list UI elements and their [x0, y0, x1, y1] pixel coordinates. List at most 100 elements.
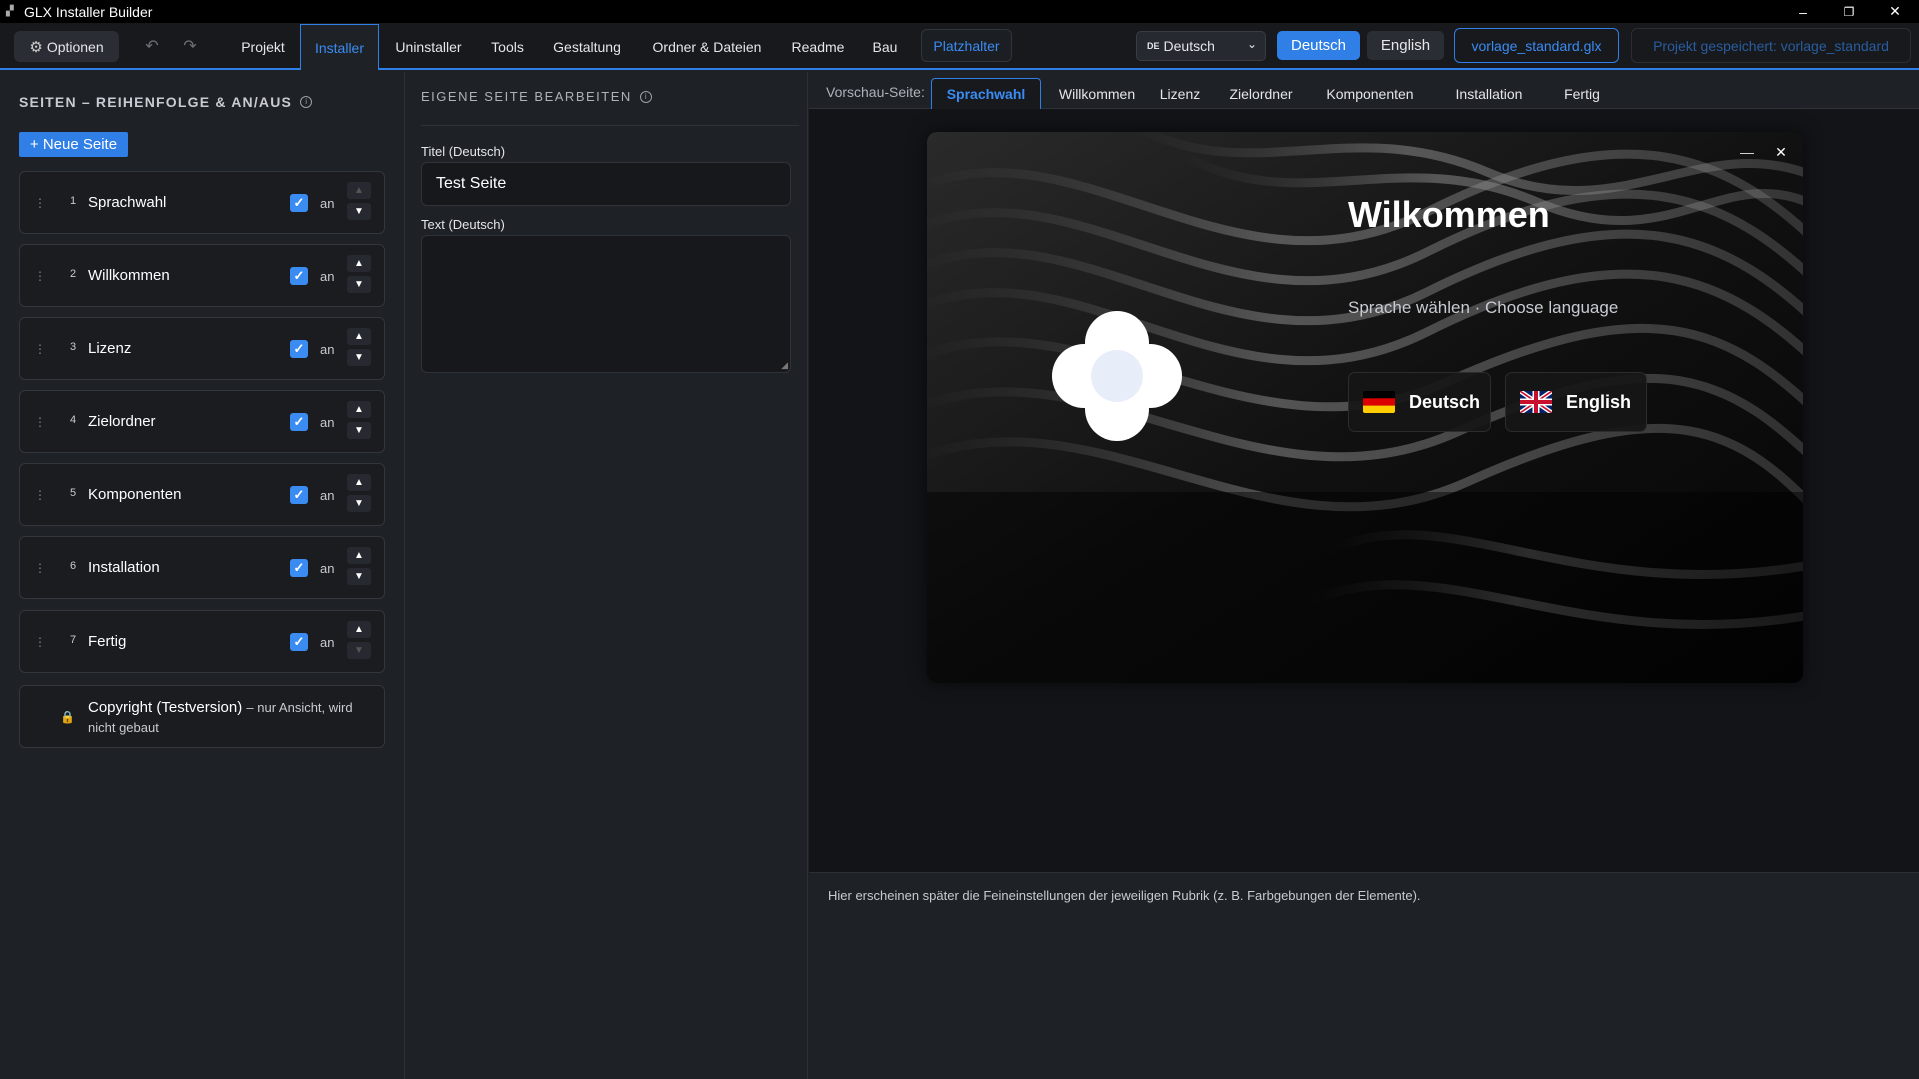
minimize-button[interactable]: –: [1780, 0, 1826, 23]
preview-label: Vorschau-Seite:: [826, 84, 925, 100]
undo-icon[interactable]: ↶: [142, 33, 162, 59]
move-up-button[interactable]: ▲: [347, 621, 371, 638]
preview-tab-komponenten[interactable]: Komponenten: [1314, 78, 1426, 109]
page-card-fertig[interactable]: ⋮ 7 Fertig ✓ an ▲ ▼: [19, 610, 385, 673]
page-state-label: an: [320, 561, 335, 576]
preview-deutsch-label: Deutsch: [1409, 391, 1481, 412]
drag-handle-icon[interactable]: ⋮: [34, 635, 46, 649]
preview-tab-zielordner[interactable]: Zielordner: [1216, 78, 1306, 109]
window-title: GLX Installer Builder: [24, 3, 153, 20]
tab-gestaltung[interactable]: Gestaltung: [537, 23, 637, 70]
options-button[interactable]: ⚙ Optionen: [14, 31, 119, 62]
tab-projekt[interactable]: Projekt: [226, 23, 300, 70]
page-number: 7: [70, 634, 77, 646]
language-select[interactable]: DE Deutsch ⌄: [1136, 31, 1266, 61]
tab-tools[interactable]: Tools: [478, 23, 537, 70]
lock-icon: 🔒: [60, 710, 75, 724]
redo-icon[interactable]: ↷: [180, 33, 200, 59]
page-card-lizenz[interactable]: ⋮ 3 Lizenz ✓ an ▲ ▼: [19, 317, 385, 380]
page-state-label: an: [320, 269, 335, 284]
pages-heading: SEITEN – REIHENFOLGE & AN/AUS i: [19, 94, 313, 110]
tab-installer[interactable]: Installer: [300, 24, 379, 70]
new-page-button[interactable]: + Neue Seite: [19, 132, 128, 157]
info-icon[interactable]: i: [639, 90, 652, 103]
language-select-value: Deutsch: [1163, 38, 1215, 54]
text-textarea[interactable]: ◢: [421, 235, 791, 373]
preview-subtitle: Sprache wählen · Choose language: [1348, 298, 1619, 317]
drag-handle-icon[interactable]: ⋮: [34, 269, 46, 283]
drag-handle-icon[interactable]: ⋮: [34, 415, 46, 429]
preview-close-icon: ✕: [1775, 144, 1787, 160]
info-icon[interactable]: i: [300, 96, 313, 108]
page-number: 2: [70, 268, 77, 280]
german-flag-icon: [1363, 391, 1395, 413]
copyright-title: Copyright (Testversion): [88, 699, 243, 716]
move-down-button[interactable]: ▼: [347, 349, 371, 366]
flower-logo-icon: [1052, 311, 1182, 441]
page-card-sprachwahl[interactable]: ⋮ 1 Sprachwahl ✓ an ▲ ▼: [19, 171, 385, 234]
title-input[interactable]: Test Seite: [421, 162, 791, 206]
page-label: Fertig: [88, 633, 127, 650]
text-field-label: Text (Deutsch): [421, 217, 505, 232]
page-enabled-checkbox[interactable]: ✓: [290, 633, 308, 651]
move-up-button[interactable]: ▲: [347, 547, 371, 564]
page-enabled-checkbox[interactable]: ✓: [290, 340, 308, 358]
placeholder-button[interactable]: Platzhalter: [921, 29, 1012, 62]
project-saved-status: Projekt gespeichert: vorlage_standard: [1631, 28, 1911, 63]
tab-ordner-dateien[interactable]: Ordner & Dateien: [637, 23, 777, 70]
move-down-button[interactable]: ▼: [347, 422, 371, 439]
move-down-button[interactable]: ▼: [347, 276, 371, 293]
installer-preview-window: — ✕ Wilkommen Sprache wählen · Choose la…: [927, 132, 1803, 683]
preview-area: — ✕ Wilkommen Sprache wählen · Choose la…: [809, 109, 1919, 872]
page-enabled-checkbox[interactable]: ✓: [290, 559, 308, 577]
move-down-button[interactable]: ▼: [347, 495, 371, 512]
page-label: Komponenten: [88, 486, 182, 503]
page-state-label: an: [320, 488, 335, 503]
copyright-card: 🔒 Copyright (Testversion) – nur Ansicht,…: [19, 685, 385, 748]
page-card-installation[interactable]: ⋮ 6 Installation ✓ an ▲ ▼: [19, 536, 385, 599]
drag-handle-icon[interactable]: ⋮: [34, 488, 46, 502]
move-up-button[interactable]: ▲: [347, 474, 371, 491]
move-down-button[interactable]: ▼: [347, 203, 371, 220]
ui-language-deutsch-button[interactable]: Deutsch: [1277, 31, 1360, 60]
resize-handle-icon[interactable]: ◢: [781, 360, 788, 371]
move-up-button[interactable]: ▲: [347, 401, 371, 418]
page-enabled-checkbox[interactable]: ✓: [290, 486, 308, 504]
tab-readme[interactable]: Readme: [777, 23, 859, 70]
move-down-button: ▼: [347, 642, 371, 659]
close-button[interactable]: ✕: [1872, 0, 1918, 23]
pages-heading-text: SEITEN – REIHENFOLGE & AN/AUS: [19, 94, 293, 110]
drag-handle-icon[interactable]: ⋮: [34, 561, 46, 575]
drag-handle-icon[interactable]: ⋮: [34, 196, 46, 210]
maximize-button[interactable]: ❐: [1826, 0, 1872, 23]
page-card-komponenten[interactable]: ⋮ 5 Komponenten ✓ an ▲ ▼: [19, 463, 385, 526]
preview-tab-sprachwahl[interactable]: Sprachwahl: [931, 78, 1041, 109]
drag-handle-icon[interactable]: ⋮: [34, 342, 46, 356]
move-up-button[interactable]: ▲: [347, 255, 371, 272]
settings-note-text: Hier erscheinen später die Feineinstellu…: [828, 888, 1421, 903]
page-enabled-checkbox[interactable]: ✓: [290, 194, 308, 212]
preview-english-label: English: [1566, 391, 1632, 412]
page-number: 5: [70, 487, 77, 499]
page-card-zielordner[interactable]: ⋮ 4 Zielordner ✓ an ▲ ▼: [19, 390, 385, 453]
preview-tab-fertig[interactable]: Fertig: [1549, 78, 1615, 109]
page-label: Installation: [88, 559, 160, 576]
preview-tab-installation[interactable]: Installation: [1434, 78, 1544, 109]
tab-uninstaller[interactable]: Uninstaller: [379, 23, 478, 70]
page-card-willkommen[interactable]: ⋮ 2 Willkommen ✓ an ▲ ▼: [19, 244, 385, 307]
page-editor-panel: EIGENE SEITE BEARBEITEN i Titel (Deutsch…: [406, 72, 808, 1079]
page-state-label: an: [320, 196, 335, 211]
title-field-label: Titel (Deutsch): [421, 144, 506, 159]
move-down-button[interactable]: ▼: [347, 568, 371, 585]
project-file-button[interactable]: vorlage_standard.glx: [1454, 28, 1619, 63]
preview-tab-lizenz[interactable]: Lizenz: [1149, 78, 1211, 109]
page-enabled-checkbox[interactable]: ✓: [290, 413, 308, 431]
move-up-button[interactable]: ▲: [347, 328, 371, 345]
ui-language-english-button[interactable]: English: [1367, 31, 1444, 60]
page-label: Sprachwahl: [88, 194, 167, 211]
page-enabled-checkbox[interactable]: ✓: [290, 267, 308, 285]
preview-tab-willkommen[interactable]: Willkommen: [1049, 78, 1145, 109]
tab-bau[interactable]: Bau: [859, 23, 911, 70]
page-state-label: an: [320, 342, 335, 357]
pages-panel: SEITEN – REIHENFOLGE & AN/AUS i + Neue S…: [0, 72, 405, 1079]
